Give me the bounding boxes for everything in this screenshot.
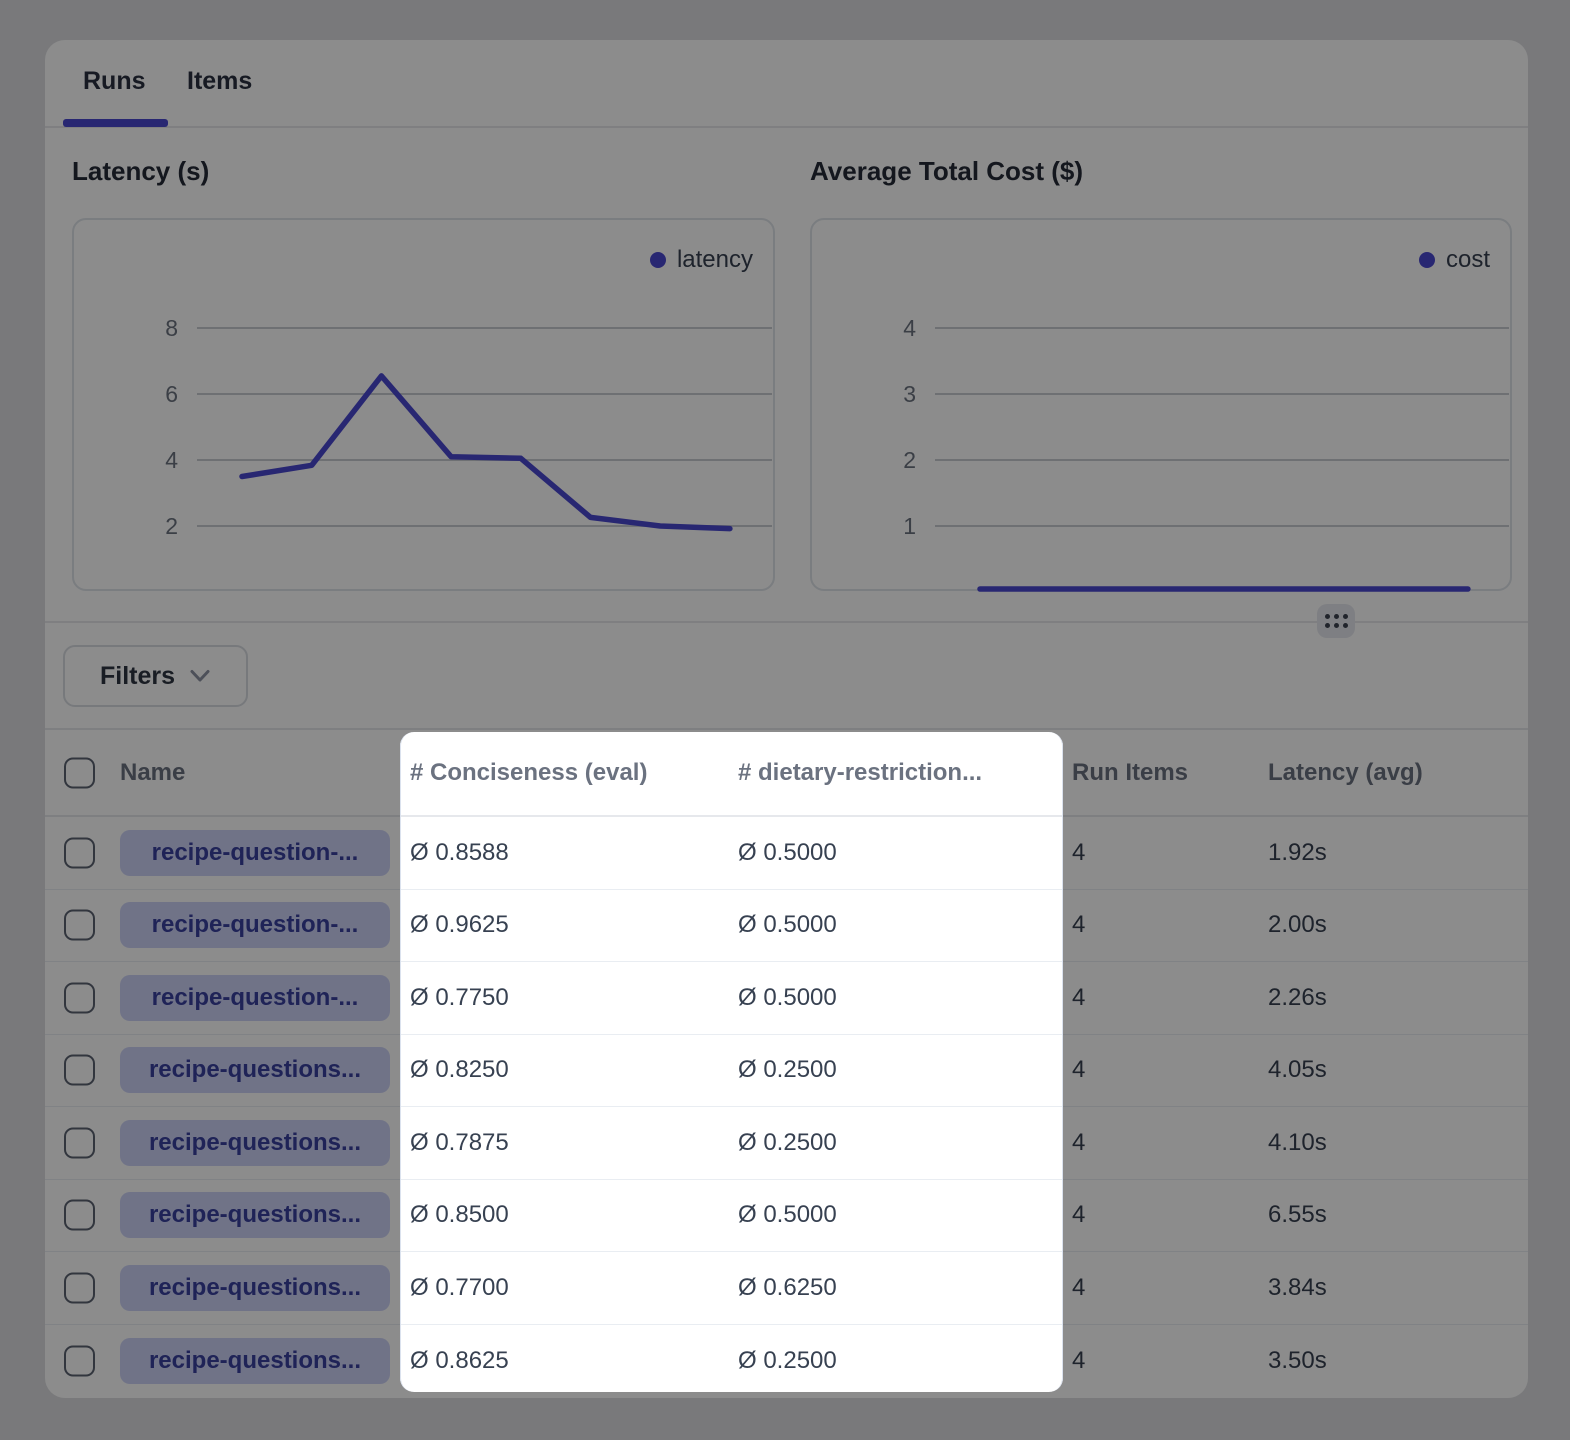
- svg-text:4: 4: [165, 447, 178, 473]
- cost-chart-panel: 4 3 2 1 cost: [810, 218, 1512, 591]
- cell-dietary-restriction: Ø 0.5000: [738, 1180, 837, 1252]
- header-name[interactable]: Name: [120, 730, 185, 815]
- svg-text:3: 3: [903, 381, 916, 407]
- table-row[interactable]: recipe-question-... Ø 0.7750 Ø 0.5000 4 …: [45, 962, 1528, 1035]
- row-checkbox[interactable]: [64, 837, 95, 868]
- cell-latency-avg: 2.00s: [1268, 890, 1327, 962]
- table-row[interactable]: recipe-questions... Ø 0.7875 Ø 0.2500 4 …: [45, 1107, 1528, 1180]
- header-dietary-restriction[interactable]: # dietary-restriction...: [738, 730, 982, 815]
- cell-run-items: 4: [1072, 1035, 1085, 1107]
- table-row[interactable]: recipe-questions... Ø 0.8625 Ø 0.2500 4 …: [45, 1325, 1528, 1398]
- cell-run-items: 4: [1072, 1180, 1085, 1252]
- cell-dietary-restriction: Ø 0.2500: [738, 1107, 837, 1179]
- run-name-pill[interactable]: recipe-question-...: [120, 902, 390, 948]
- cell-run-items: 4: [1072, 1107, 1085, 1179]
- cell-conciseness: Ø 0.9625: [410, 890, 509, 962]
- cost-legend-label: cost: [1446, 246, 1490, 274]
- latency-legend-label: latency: [677, 246, 753, 274]
- cell-dietary-restriction: Ø 0.5000: [738, 890, 837, 962]
- tab-items[interactable]: Items: [187, 67, 252, 96]
- latency-chart-panel: 8 6 4 2 latency: [72, 218, 775, 591]
- dashboard-card: Runs Items Latency (s) Average Total Cos…: [45, 40, 1528, 1398]
- run-name-pill[interactable]: recipe-questions...: [120, 1047, 390, 1093]
- run-name-pill[interactable]: recipe-question-...: [120, 830, 390, 876]
- run-name-pill[interactable]: recipe-question-...: [120, 975, 390, 1021]
- svg-text:2: 2: [165, 513, 178, 539]
- cell-run-items: 4: [1072, 962, 1085, 1034]
- table-row[interactable]: recipe-questions... Ø 0.7700 Ø 0.6250 4 …: [45, 1252, 1528, 1325]
- cell-conciseness: Ø 0.8500: [410, 1180, 509, 1252]
- cell-dietary-restriction: Ø 0.6250: [738, 1252, 837, 1324]
- header-latency-avg[interactable]: Latency (avg): [1268, 730, 1423, 815]
- row-checkbox[interactable]: [64, 1272, 95, 1303]
- cell-latency-avg: 4.10s: [1268, 1107, 1327, 1179]
- table-header: Name # Conciseness (eval) # dietary-rest…: [45, 728, 1528, 817]
- cost-legend: cost: [1419, 246, 1490, 274]
- filters-button-label: Filters: [100, 662, 175, 691]
- runs-dashboard: { "colors": { "accent": "#4a48cf", "pill…: [0, 0, 1570, 1440]
- row-checkbox[interactable]: [64, 1127, 95, 1158]
- select-all-checkbox[interactable]: [64, 757, 95, 788]
- cost-legend-dot-icon: [1419, 252, 1435, 268]
- cell-dietary-restriction: Ø 0.2500: [738, 1325, 837, 1398]
- row-checkbox[interactable]: [64, 1345, 95, 1376]
- run-name-pill[interactable]: recipe-questions...: [120, 1338, 390, 1384]
- cell-conciseness: Ø 0.7750: [410, 962, 509, 1034]
- cell-latency-avg: 4.05s: [1268, 1035, 1327, 1107]
- table-row[interactable]: recipe-question-... Ø 0.8588 Ø 0.5000 4 …: [45, 817, 1528, 890]
- cost-line-chart: 4 3 2 1: [812, 220, 1514, 593]
- row-checkbox[interactable]: [64, 982, 95, 1013]
- header-conciseness[interactable]: # Conciseness (eval): [410, 730, 647, 815]
- cell-latency-avg: 3.84s: [1268, 1252, 1327, 1324]
- row-checkbox[interactable]: [64, 1055, 95, 1086]
- cell-dietary-restriction: Ø 0.5000: [738, 817, 837, 889]
- tab-bar: Runs Items: [45, 40, 1528, 128]
- section-divider: [45, 621, 1528, 623]
- svg-text:6: 6: [165, 381, 178, 407]
- header-run-items[interactable]: Run Items: [1072, 730, 1188, 815]
- cell-dietary-restriction: Ø 0.5000: [738, 962, 837, 1034]
- row-checkbox[interactable]: [64, 910, 95, 941]
- run-name-pill[interactable]: recipe-questions...: [120, 1120, 390, 1166]
- drag-dots-icon[interactable]: [1317, 604, 1355, 638]
- latency-line-chart: 8 6 4 2: [74, 220, 777, 593]
- cell-run-items: 4: [1072, 890, 1085, 962]
- cost-chart-title: Average Total Cost ($): [810, 156, 1083, 187]
- active-tab-indicator: [63, 119, 168, 127]
- svg-text:8: 8: [165, 315, 178, 341]
- cell-run-items: 4: [1072, 1252, 1085, 1324]
- cell-latency-avg: 1.92s: [1268, 817, 1327, 889]
- cell-conciseness: Ø 0.8625: [410, 1325, 509, 1398]
- svg-text:2: 2: [903, 447, 916, 473]
- table-row[interactable]: recipe-questions... Ø 0.8250 Ø 0.2500 4 …: [45, 1035, 1528, 1108]
- run-name-pill[interactable]: recipe-questions...: [120, 1192, 390, 1238]
- svg-text:4: 4: [903, 315, 916, 341]
- latency-legend-dot-icon: [650, 252, 666, 268]
- table-body: recipe-question-... Ø 0.8588 Ø 0.5000 4 …: [45, 817, 1528, 1397]
- table-row[interactable]: recipe-questions... Ø 0.8500 Ø 0.5000 4 …: [45, 1180, 1528, 1253]
- chevron-down-icon: [189, 669, 211, 683]
- cell-latency-avg: 3.50s: [1268, 1325, 1327, 1398]
- latency-chart-title: Latency (s): [72, 156, 209, 187]
- table-row[interactable]: recipe-question-... Ø 0.9625 Ø 0.5000 4 …: [45, 890, 1528, 963]
- cell-conciseness: Ø 0.7875: [410, 1107, 509, 1179]
- cell-conciseness: Ø 0.7700: [410, 1252, 509, 1324]
- svg-text:1: 1: [903, 513, 916, 539]
- run-name-pill[interactable]: recipe-questions...: [120, 1265, 390, 1311]
- cell-run-items: 4: [1072, 1325, 1085, 1398]
- cell-dietary-restriction: Ø 0.2500: [738, 1035, 837, 1107]
- cell-conciseness: Ø 0.8588: [410, 817, 509, 889]
- cell-latency-avg: 6.55s: [1268, 1180, 1327, 1252]
- cell-conciseness: Ø 0.8250: [410, 1035, 509, 1107]
- row-checkbox[interactable]: [64, 1200, 95, 1231]
- cell-latency-avg: 2.26s: [1268, 962, 1327, 1034]
- latency-legend: latency: [650, 246, 753, 274]
- cell-run-items: 4: [1072, 817, 1085, 889]
- filters-button[interactable]: Filters: [63, 645, 248, 707]
- tab-runs[interactable]: Runs: [83, 67, 146, 96]
